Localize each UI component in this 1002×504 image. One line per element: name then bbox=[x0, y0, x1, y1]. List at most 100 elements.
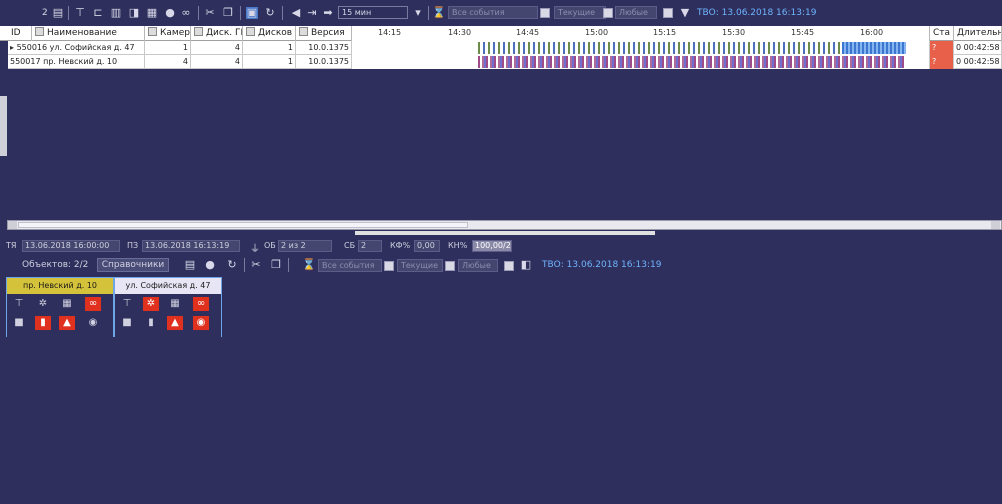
column-disks[interactable]: Дисков bbox=[243, 26, 296, 41]
object-card[interactable]: пр. Невский д. 10 ⊤ ✲ ▦ ∞ ■ ▮ ▲ ◉ bbox=[6, 277, 114, 338]
object-card[interactable]: ул. Софийская д. 47 ⊤ ✲ ▦ ∞ ■ ▮ ▲ ◉ bbox=[114, 277, 222, 338]
filter-current-checkbox[interactable] bbox=[603, 8, 613, 18]
gear-icon[interactable]: ✲ bbox=[35, 297, 51, 311]
column-disk[interactable]: Диск. ГБ bbox=[191, 26, 243, 41]
references-button[interactable]: Справочники bbox=[97, 258, 169, 272]
interval-select[interactable]: 15 мин bbox=[338, 6, 408, 19]
row-version: 10.0.1375 bbox=[296, 55, 352, 69]
kn-field: 100,00/2 bbox=[472, 240, 512, 252]
copy-icon[interactable]: ❐ bbox=[222, 7, 234, 19]
chevron-down-icon[interactable]: ▾ bbox=[412, 7, 424, 19]
left-panel-handle[interactable] bbox=[0, 96, 7, 156]
cut-icon[interactable]: ✂ bbox=[204, 7, 216, 19]
row-duration: 0 00:42:58 bbox=[954, 41, 1002, 55]
film-icon[interactable]: ▦ bbox=[167, 297, 183, 311]
next-icon[interactable]: ➡ bbox=[322, 7, 334, 19]
filter-any-field[interactable]: Любые bbox=[615, 6, 657, 19]
signal-icon[interactable]: ◉ bbox=[193, 316, 209, 330]
column-duration[interactable]: Длительно bbox=[954, 26, 1002, 41]
row-id: 550017 bbox=[10, 57, 41, 66]
row-disk: 4 bbox=[191, 55, 243, 69]
column-cameras[interactable]: Камер bbox=[145, 26, 191, 41]
book-icon[interactable]: ◧ bbox=[520, 259, 532, 271]
record-icon[interactable]: ∞ bbox=[180, 7, 192, 19]
connection-icon: ⏚ bbox=[250, 244, 260, 255]
column-version[interactable]: Версия bbox=[296, 26, 352, 41]
pz-label: ПЗ bbox=[127, 241, 139, 250]
filter-current-field[interactable]: Текущие bbox=[554, 6, 606, 19]
gear-icon[interactable]: ✲ bbox=[143, 297, 159, 311]
tick-label: 15:15 bbox=[653, 28, 677, 37]
info-icon[interactable]: ● bbox=[204, 259, 216, 271]
table-row[interactable]: 550017 пр. Невский д. 10 4 4 1 10.0.1375… bbox=[8, 55, 1002, 69]
tick-label: 14:15 bbox=[378, 28, 402, 37]
filter-all-checkbox[interactable] bbox=[384, 261, 394, 271]
hourglass-icon[interactable]: ⌛ bbox=[302, 259, 316, 271]
objects-toolbar: Объектов: 2/2 Справочники ▤ ● ↻ ✂ ❐ ⌛ Вс… bbox=[0, 256, 1002, 274]
ob-label: ОБ bbox=[264, 241, 276, 250]
scroll-left-icon[interactable] bbox=[8, 221, 17, 229]
signal-icon[interactable]: ◉ bbox=[85, 316, 101, 330]
record-icon[interactable]: ∞ bbox=[193, 297, 209, 311]
door-icon[interactable]: ▮ bbox=[35, 316, 51, 330]
door-icon[interactable]: ▮ bbox=[143, 316, 159, 330]
tick-label: 15:00 bbox=[585, 28, 609, 37]
row-version: 10.0.1375 bbox=[296, 41, 352, 55]
column-name[interactable]: Наименование bbox=[32, 26, 145, 41]
column-status[interactable]: Ста bbox=[930, 26, 954, 41]
filter-all-field[interactable]: Все события bbox=[448, 6, 538, 19]
funnel-icon[interactable]: ▼ bbox=[679, 7, 691, 19]
filter-all-field[interactable]: Все события bbox=[318, 259, 382, 272]
report-icon[interactable]: ▦ bbox=[146, 7, 158, 19]
filter-any-checkbox[interactable] bbox=[504, 261, 514, 271]
ty-label: ТЯ bbox=[6, 241, 17, 250]
sb-field: 2 bbox=[358, 240, 382, 252]
column-id[interactable]: ID bbox=[8, 26, 32, 41]
camera-icon[interactable]: ■ bbox=[119, 316, 135, 330]
last-icon[interactable]: ⇥ bbox=[306, 7, 318, 19]
alarm-icon[interactable]: ▲ bbox=[167, 316, 183, 330]
filter-current-field[interactable]: Текущие bbox=[397, 259, 443, 272]
filter-any-checkbox[interactable] bbox=[663, 8, 673, 18]
card-title[interactable]: пр. Невский д. 10 bbox=[7, 278, 113, 294]
first-icon[interactable]: ◀ bbox=[290, 7, 302, 19]
help-doc-icon[interactable]: ◨ bbox=[128, 7, 140, 19]
pz-field: 13.06.2018 16:13:19 bbox=[142, 240, 240, 252]
hourglass-icon[interactable]: ⌛ bbox=[432, 7, 446, 19]
filter-any-field[interactable]: Любые bbox=[458, 259, 498, 272]
monitor-icon[interactable]: ⊤ bbox=[11, 297, 27, 311]
panel-splitter[interactable] bbox=[355, 231, 655, 235]
info-icon[interactable]: ● bbox=[164, 7, 176, 19]
copy-icon[interactable]: ❐ bbox=[270, 259, 282, 271]
table-row[interactable]: ▸ 550016 ул. Софийская д. 47 1 4 1 10.0.… bbox=[8, 41, 1002, 55]
horizontal-scrollbar[interactable] bbox=[7, 220, 1002, 230]
tvo-label: ТВО: 13.06.2018 16:13:19 bbox=[697, 8, 817, 18]
list-icon[interactable]: ▤ bbox=[52, 7, 64, 19]
cut-icon[interactable]: ✂ bbox=[250, 259, 262, 271]
row-timeline[interactable] bbox=[352, 55, 930, 69]
film-icon[interactable]: ▦ bbox=[59, 297, 75, 311]
document-icon[interactable]: ▥ bbox=[110, 7, 122, 19]
refresh-icon[interactable]: ↻ bbox=[226, 259, 238, 271]
tree-icon[interactable]: ⊏ bbox=[92, 7, 104, 19]
record-icon[interactable]: ∞ bbox=[85, 297, 101, 311]
filter-all-checkbox[interactable] bbox=[540, 8, 550, 18]
monitor-icon[interactable]: ⊤ bbox=[119, 297, 135, 311]
alarm-icon[interactable]: ▲ bbox=[59, 316, 75, 330]
tvo-label: ТВО: 13.06.2018 16:13:19 bbox=[542, 260, 662, 270]
ob-field: 2 из 2 bbox=[278, 240, 332, 252]
filter-current-checkbox[interactable] bbox=[445, 261, 455, 271]
row-disk: 4 bbox=[191, 41, 243, 55]
tick-label: 15:30 bbox=[722, 28, 746, 37]
scroll-right-icon[interactable] bbox=[991, 221, 1000, 229]
filter-tree-icon[interactable]: ⊤ bbox=[74, 7, 86, 19]
row-timeline[interactable] bbox=[352, 41, 930, 55]
card-title[interactable]: ул. Софийская д. 47 bbox=[115, 278, 221, 294]
row-disks: 1 bbox=[243, 41, 296, 55]
camera-icon[interactable]: ■ bbox=[11, 316, 27, 330]
clipboard-icon[interactable]: ▣ bbox=[246, 7, 258, 19]
report-icon[interactable]: ▤ bbox=[184, 259, 196, 271]
refresh-icon[interactable]: ↻ bbox=[264, 7, 276, 19]
scroll-thumb[interactable] bbox=[18, 222, 468, 228]
tick-label: 15:45 bbox=[791, 28, 815, 37]
